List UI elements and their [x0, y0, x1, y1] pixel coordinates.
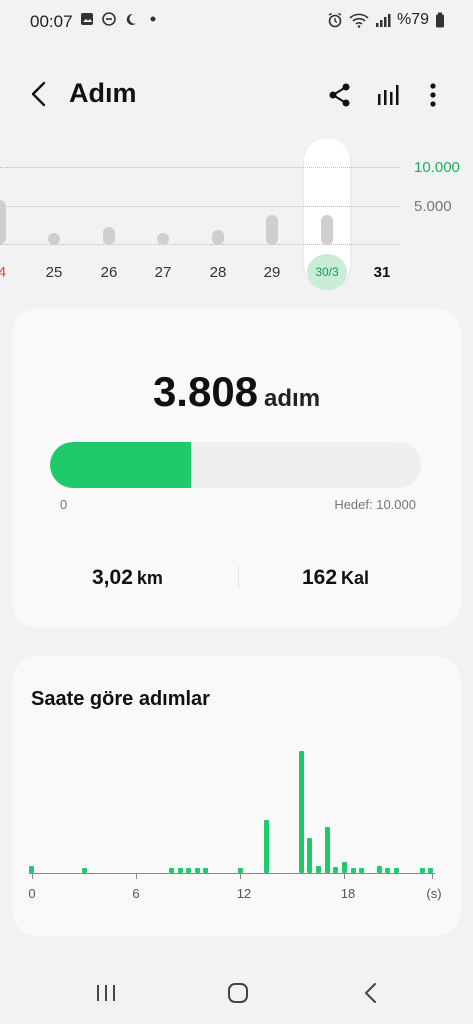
hour-bar — [29, 866, 34, 873]
day-label[interactable]: 25 — [34, 264, 74, 281]
step-count-value: 3.808 — [152, 368, 259, 415]
goal-progress-fill — [50, 442, 192, 488]
progress-goal-label: Hedef: 10.000 — [334, 497, 416, 512]
hourly-steps-card[interactable]: Saate göre adımlar 0 6 12 18 (s) — [12, 656, 461, 936]
dnd-icon — [102, 12, 116, 26]
gallery-icon — [81, 13, 93, 25]
hour-bar — [325, 827, 330, 873]
x-tick — [240, 873, 241, 879]
x-tick — [432, 873, 433, 879]
distance-unit: km — [136, 568, 163, 588]
home-icon[interactable] — [221, 976, 255, 1010]
day-label[interactable]: 27 — [143, 264, 183, 281]
x-tick — [136, 873, 137, 879]
hour-bar — [342, 862, 347, 873]
signal-icon — [375, 14, 391, 27]
stat-divider — [238, 566, 239, 588]
hour-bar — [377, 866, 382, 873]
back-arrow-icon[interactable] — [24, 78, 56, 110]
calories-unit: Kal — [341, 568, 370, 588]
x-axis-label: 18 — [340, 886, 356, 901]
daily-steps-chart: 10.000 5.000 4 25 26 27 28 29 30/3 31 — [0, 136, 473, 296]
navigation-bar — [0, 960, 473, 1024]
recents-icon[interactable] — [89, 976, 123, 1010]
nav-back-icon[interactable] — [354, 976, 388, 1010]
chart-icon[interactable] — [373, 80, 403, 110]
distance-stat: 3,02 km — [92, 566, 163, 590]
day-label[interactable]: 26 — [89, 264, 129, 281]
day-bar[interactable] — [0, 200, 6, 244]
status-time: 00:07 — [30, 12, 73, 31]
alarm-icon — [328, 12, 342, 28]
grid-label-10000: 10.000 — [414, 159, 460, 176]
hourly-steps-chart: 0 6 12 18 (s) — [12, 656, 461, 936]
hour-bar — [264, 820, 269, 873]
calories-value: 162 — [302, 566, 338, 589]
day-label[interactable]: 29 — [252, 264, 292, 281]
hour-bar — [307, 838, 312, 873]
status-bar: 00:07 %79 — [0, 0, 473, 44]
step-count-unit: adım — [264, 385, 321, 412]
share-icon[interactable] — [325, 80, 355, 110]
grid-line-10000 — [0, 167, 400, 168]
more-options-icon[interactable] — [418, 80, 448, 110]
day-bar-selected[interactable] — [321, 215, 333, 245]
x-axis-label: 12 — [236, 886, 252, 901]
distance-value: 3,02 — [92, 566, 133, 589]
x-axis-line — [29, 873, 435, 874]
grid-line-5000 — [0, 206, 400, 207]
x-axis-unit-label: (s) — [426, 886, 442, 901]
status-left-icons — [80, 12, 160, 26]
moon-icon — [126, 13, 136, 25]
dot-icon — [150, 16, 156, 22]
summary-card: 3.808 adım 0 Hedef: 10.000 3,02 km 162 Kal — [12, 308, 461, 628]
grid-line-base — [0, 244, 400, 245]
app-bar: Adım — [0, 64, 473, 128]
battery-icon — [436, 12, 444, 28]
progress-min-label: 0 — [60, 497, 68, 512]
day-label[interactable]: 28 — [198, 264, 238, 281]
day-label[interactable]: 4 — [0, 264, 22, 281]
grid-label-5000: 5.000 — [414, 198, 452, 215]
day-bar[interactable] — [103, 227, 115, 245]
day-label[interactable]: 31 — [362, 264, 402, 281]
x-axis-label: 0 — [28, 886, 36, 901]
goal-progress-bar — [50, 442, 421, 488]
wifi-icon — [349, 13, 369, 28]
calories-stat: 162 Kal — [302, 566, 369, 590]
x-axis-label: 6 — [132, 886, 140, 901]
x-tick — [32, 873, 33, 879]
day-bar[interactable] — [266, 215, 278, 245]
step-count: 3.808 adım — [12, 368, 461, 416]
day-label-selected[interactable]: 30/3 — [307, 265, 347, 279]
page-title: Adım — [69, 78, 137, 108]
day-bar[interactable] — [157, 233, 169, 245]
hour-bar — [316, 866, 321, 873]
battery-text: %79 — [396, 11, 429, 28]
hour-bar — [299, 751, 304, 873]
day-bar[interactable] — [212, 230, 224, 245]
day-bar[interactable] — [48, 233, 60, 245]
status-right-icons: %79 — [327, 11, 445, 29]
x-tick — [344, 873, 345, 879]
